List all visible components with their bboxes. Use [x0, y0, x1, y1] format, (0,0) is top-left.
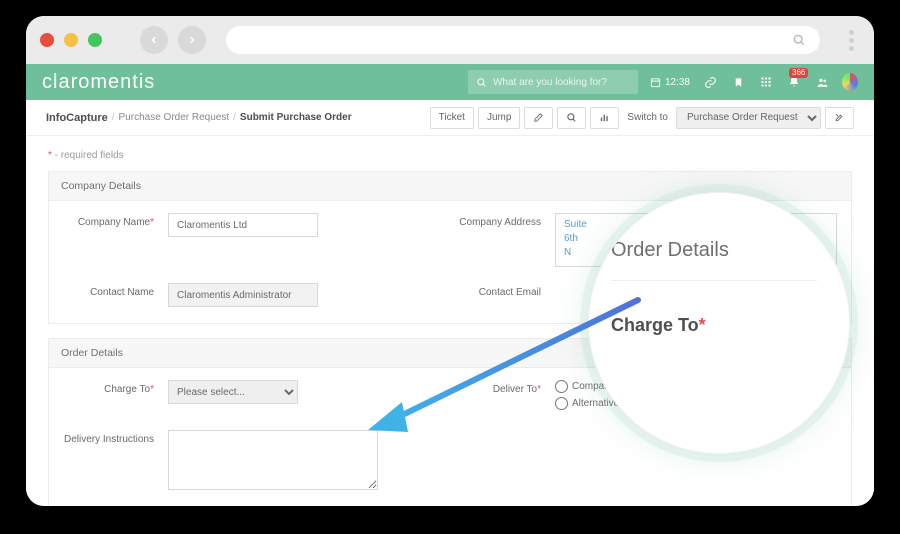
maximize-window-icon[interactable]: [88, 33, 102, 47]
jump-button[interactable]: Jump: [478, 107, 520, 129]
ticket-button[interactable]: Ticket: [430, 107, 474, 129]
browser-chrome: [26, 16, 874, 64]
minimize-window-icon[interactable]: [64, 33, 78, 47]
app-search-placeholder: What are you looking for?: [493, 77, 607, 88]
app-logo: claromentis: [42, 71, 155, 94]
company-name-label: Company Name*: [63, 213, 168, 237]
contact-email-label: Contact Email: [450, 283, 555, 298]
charge-to-label: Charge To*: [63, 380, 168, 404]
address-bar[interactable]: [226, 26, 820, 54]
breadcrumb-leaf: Submit Purchase Order: [240, 112, 352, 123]
breadcrumb-root[interactable]: InfoCapture: [46, 112, 108, 124]
app-header: claromentis What are you looking for? 12…: [26, 64, 874, 100]
breadcrumb-sep: /: [233, 112, 236, 123]
bookmark-icon[interactable]: [730, 77, 746, 88]
charge-to-select[interactable]: Please select...: [168, 380, 298, 404]
settings-button[interactable]: [825, 107, 854, 129]
deliver-to-label: Deliver To*: [450, 380, 555, 414]
back-button[interactable]: [140, 26, 168, 54]
breadcrumb-sep: /: [112, 112, 115, 123]
zoom-heading: Order Details: [611, 239, 817, 281]
company-name-input[interactable]: [168, 213, 318, 237]
breadcrumb-mid[interactable]: Purchase Order Request: [119, 112, 230, 123]
delivery-instructions-label: Delivery Instructions: [63, 430, 168, 493]
contact-name-input: [168, 283, 318, 307]
people-icon[interactable]: [814, 76, 830, 89]
zoom-field: Charge To*: [611, 315, 817, 336]
tools-icon: [834, 112, 845, 123]
required-fields-note: * - required fields: [48, 150, 852, 161]
forward-button[interactable]: [178, 26, 206, 54]
contact-name-label: Contact Name: [63, 283, 168, 307]
edit-button[interactable]: [524, 107, 553, 129]
calendar-icon: [650, 77, 661, 88]
close-window-icon[interactable]: [40, 33, 54, 47]
zoom-callout: Order Details Charge To*: [588, 192, 850, 454]
search-icon: [566, 112, 577, 123]
browser-window: claromentis What are you looking for? 12…: [26, 16, 874, 506]
app-search[interactable]: What are you looking for?: [468, 70, 638, 94]
page-toolbar: InfoCapture / Purchase Order Request / S…: [26, 100, 874, 136]
delivery-instructions-input[interactable]: [168, 430, 378, 490]
stats-button[interactable]: [590, 107, 619, 129]
switch-to-select[interactable]: Purchase Order Request: [676, 107, 821, 129]
bar-chart-icon: [599, 112, 610, 123]
bell-icon[interactable]: 366: [786, 76, 802, 88]
header-time: 12:38: [650, 77, 690, 88]
link-icon[interactable]: [702, 76, 718, 89]
switch-to-label: Switch to: [623, 107, 672, 129]
notification-badge: 366: [789, 68, 808, 78]
search-button[interactable]: [557, 107, 586, 129]
window-controls: [40, 33, 102, 47]
apps-grid-icon[interactable]: [758, 76, 774, 88]
search-icon: [792, 33, 806, 47]
edit-icon: [533, 112, 544, 123]
search-icon: [476, 77, 487, 88]
avatar[interactable]: [842, 73, 858, 91]
company-address-label: Company Address: [450, 213, 555, 267]
browser-menu-icon[interactable]: [842, 30, 860, 51]
